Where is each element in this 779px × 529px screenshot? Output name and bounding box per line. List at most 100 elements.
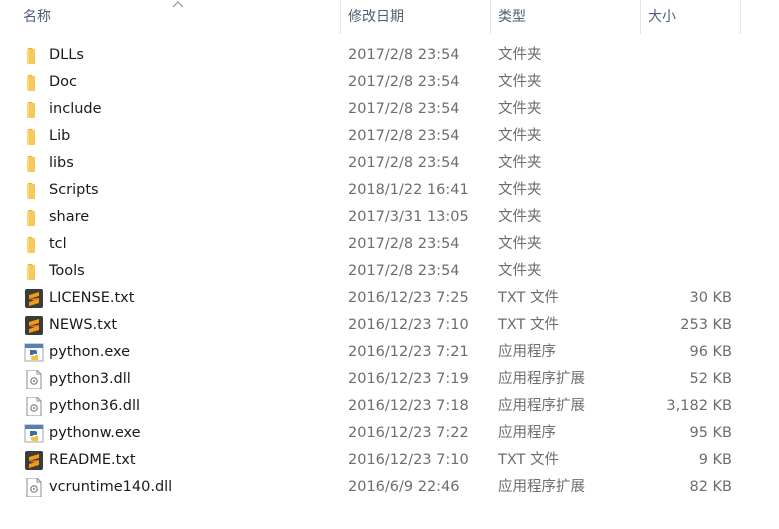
file-name: python.exe — [49, 344, 131, 360]
file-size: 9 KB — [698, 452, 732, 468]
file-name: python3.dll — [49, 371, 131, 387]
file-type: 文件夹 — [498, 128, 542, 144]
file-row[interactable]: Scripts 2018/1/22 16:41 文件夹 — [0, 177, 779, 204]
folder-icon — [24, 154, 44, 173]
file-row[interactable]: Lib 2017/2/8 23:54 文件夹 — [0, 123, 779, 150]
file-size — [640, 69, 732, 96]
file-name: LICENSE.txt — [49, 290, 135, 306]
file-name: vcruntime140.dll — [49, 479, 173, 495]
column-header-size[interactable]: 大小 — [640, 0, 740, 34]
file-row[interactable]: python.exe 2016/12/23 7:21 应用程序 96 KB — [0, 339, 779, 366]
file-row[interactable]: pythonw.exe 2016/12/23 7:22 应用程序 95 KB — [0, 420, 779, 447]
file-size: 96 KB — [689, 344, 732, 360]
file-size: 3,182 KB — [666, 398, 732, 414]
file-row[interactable]: share 2017/3/31 13:05 文件夹 — [0, 204, 779, 231]
file-type: 文件夹 — [498, 47, 542, 63]
file-size — [640, 204, 732, 231]
file-modified-date: 2016/12/23 7:10 — [348, 317, 469, 333]
dll-file-icon — [24, 369, 44, 390]
file-modified-date: 2017/2/8 23:54 — [348, 155, 460, 171]
file-modified-date: 2016/12/23 7:22 — [348, 425, 469, 441]
file-size: 253 KB — [680, 317, 732, 333]
file-row[interactable]: DLLs 2017/2/8 23:54 文件夹 — [0, 42, 779, 69]
file-size — [640, 177, 732, 204]
file-type: 文件夹 — [498, 236, 542, 252]
file-type: 应用程序 — [498, 344, 556, 360]
file-row[interactable]: Doc 2017/2/8 23:54 文件夹 — [0, 69, 779, 96]
folder-icon — [24, 208, 44, 227]
file-row[interactable]: Tools 2017/2/8 23:54 文件夹 — [0, 258, 779, 285]
file-row[interactable]: LICENSE.txt 2016/12/23 7:25 TXT 文件 30 KB — [0, 285, 779, 312]
file-modified-date: 2017/2/8 23:54 — [348, 128, 460, 144]
file-modified-date: 2018/1/22 16:41 — [348, 182, 469, 198]
file-size — [640, 96, 732, 123]
sublime-text-icon — [24, 316, 44, 335]
folder-icon — [24, 181, 44, 200]
file-list: DLLs 2017/2/8 23:54 文件夹 Doc 2017/2/8 23:54 文件… — [0, 42, 779, 501]
file-modified-date: 2017/3/31 13:05 — [348, 209, 469, 225]
folder-icon — [24, 73, 44, 92]
file-row[interactable]: python3.dll 2016/12/23 7:19 应用程序扩展 52 KB — [0, 366, 779, 393]
file-type: 文件夹 — [498, 74, 542, 90]
file-type: 应用程序扩展 — [498, 398, 585, 414]
file-type: 文件夹 — [498, 182, 542, 198]
dll-file-icon — [24, 477, 44, 498]
file-type: 文件夹 — [498, 155, 542, 171]
file-row[interactable]: libs 2017/2/8 23:54 文件夹 — [0, 150, 779, 177]
folder-icon — [24, 100, 44, 119]
file-name: tcl — [49, 236, 67, 252]
file-row[interactable]: README.txt 2016/12/23 7:10 TXT 文件 9 KB — [0, 447, 779, 474]
column-header-name[interactable]: 名称 — [15, 0, 340, 34]
sublime-text-icon — [24, 289, 44, 308]
file-modified-date: 2016/12/23 7:10 — [348, 452, 469, 468]
folder-icon — [24, 46, 44, 65]
file-modified-date: 2016/12/23 7:18 — [348, 398, 469, 414]
file-type: 应用程序 — [498, 425, 556, 441]
file-type: 应用程序扩展 — [498, 371, 585, 387]
file-type: TXT 文件 — [498, 452, 560, 468]
file-size — [640, 42, 732, 69]
file-modified-date: 2016/12/23 7:25 — [348, 290, 469, 306]
file-row[interactable]: vcruntime140.dll 2016/6/9 22:46 应用程序扩展 82 K… — [0, 474, 779, 501]
file-size — [640, 258, 732, 285]
folder-icon — [24, 262, 44, 281]
column-divider[interactable] — [740, 0, 741, 34]
file-modified-date: 2016/12/23 7:21 — [348, 344, 469, 360]
file-name: DLLs — [49, 47, 84, 63]
file-name: Tools — [49, 263, 85, 279]
file-name: python36.dll — [49, 398, 141, 414]
file-size: 30 KB — [689, 290, 732, 306]
file-type: 文件夹 — [498, 101, 542, 117]
file-row[interactable]: tcl 2017/2/8 23:54 文件夹 — [0, 231, 779, 258]
file-size: 95 KB — [689, 425, 732, 441]
file-type: TXT 文件 — [498, 317, 560, 333]
file-modified-date: 2016/6/9 22:46 — [348, 479, 460, 495]
column-header-date[interactable]: 修改日期 — [340, 0, 490, 34]
file-row[interactable]: python36.dll 2016/12/23 7:18 应用程序扩展 3,182 K… — [0, 393, 779, 420]
file-type: 应用程序扩展 — [498, 479, 585, 495]
file-size — [640, 123, 732, 150]
file-size — [640, 231, 732, 258]
file-type: 文件夹 — [498, 209, 542, 225]
file-name: include — [49, 101, 102, 117]
file-modified-date: 2017/2/8 23:54 — [348, 263, 460, 279]
file-row[interactable]: include 2017/2/8 23:54 文件夹 — [0, 96, 779, 123]
folder-icon — [24, 235, 44, 254]
file-name: NEWS.txt — [49, 317, 118, 333]
column-header-type[interactable]: 类型 — [490, 0, 640, 34]
column-header-bar: 名称 修改日期 类型 大小 — [0, 0, 779, 34]
file-type: TXT 文件 — [498, 290, 560, 306]
python-exe-icon — [24, 343, 44, 362]
sublime-text-icon — [24, 451, 44, 470]
file-modified-date: 2016/12/23 7:19 — [348, 371, 469, 387]
file-name: Scripts — [49, 182, 99, 198]
file-name: pythonw.exe — [49, 425, 141, 441]
python-exe-icon — [24, 424, 44, 443]
dll-file-icon — [24, 396, 44, 417]
file-name: Doc — [49, 74, 78, 90]
file-name: share — [49, 209, 90, 225]
file-modified-date: 2017/2/8 23:54 — [348, 101, 460, 117]
file-row[interactable]: NEWS.txt 2016/12/23 7:10 TXT 文件 253 KB — [0, 312, 779, 339]
file-type: 文件夹 — [498, 263, 542, 279]
file-modified-date: 2017/2/8 23:54 — [348, 47, 460, 63]
